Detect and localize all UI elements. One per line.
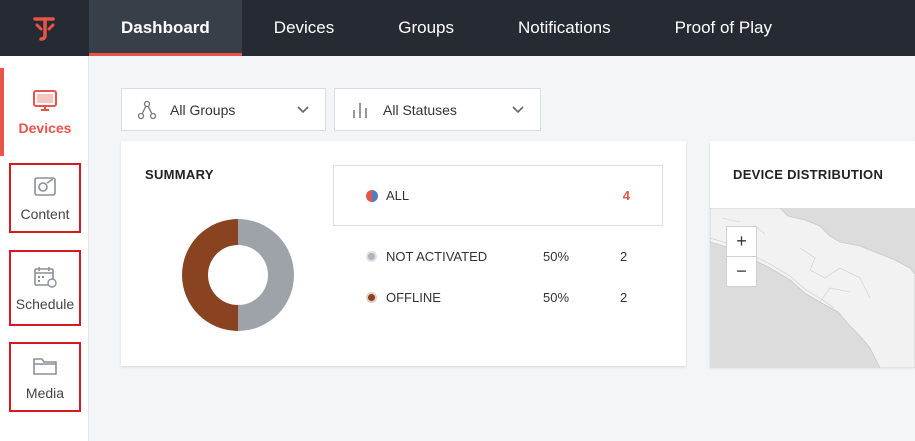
legend-count: 2 <box>620 249 628 264</box>
chevron-down-icon <box>297 106 309 114</box>
sidebar-item-media[interactable]: Media <box>9 342 81 412</box>
status-dot <box>366 292 377 303</box>
statuses-filter-dropdown[interactable]: All Statuses <box>334 88 541 131</box>
chevron-down-icon <box>512 106 524 114</box>
legend-offline: OFFLINE <box>366 290 441 305</box>
top-nav: Dashboard Devices Groups Notifications P… <box>0 0 915 56</box>
groups-filter-label: All Groups <box>170 101 236 118</box>
sidebar-item-schedule[interactable]: Schedule <box>9 250 81 326</box>
zoom-in-button[interactable]: + <box>726 226 757 257</box>
tab-devices[interactable]: Devices <box>242 0 366 56</box>
app-logo[interactable] <box>0 0 89 56</box>
calendar-icon <box>32 264 58 290</box>
summary-card: SUMMARY ALL 4 NOT ACTIVATED 50% 2 OFFLIN… <box>121 141 686 366</box>
tab-proof-of-play[interactable]: Proof of Play <box>643 0 804 56</box>
folder-icon <box>32 353 58 379</box>
sidebar-item-label: Devices <box>18 120 72 136</box>
tab-dashboard[interactable]: Dashboard <box>89 0 242 56</box>
legend-percent: 50% <box>543 290 570 305</box>
multi-status-dot-icon <box>366 189 378 202</box>
legend-count: 2 <box>620 290 628 305</box>
summary-all-row[interactable]: ALL 4 <box>333 165 663 226</box>
logo-icon <box>32 17 55 41</box>
zoom-out-button[interactable]: − <box>726 256 757 287</box>
sidebar: Devices Content Schedule Media <box>0 56 89 441</box>
legend-not-activated: NOT ACTIVATED <box>366 249 487 264</box>
sidebar-item-label: Content <box>20 206 70 222</box>
groups-icon <box>136 99 158 121</box>
content-icon <box>32 174 58 200</box>
groups-filter-dropdown[interactable]: All Groups <box>121 88 326 131</box>
legend-percent: 50% <box>543 249 570 264</box>
monitor-icon <box>32 88 58 114</box>
status-bars-icon <box>349 99 371 121</box>
legend-label: NOT ACTIVATED <box>386 249 488 264</box>
statuses-filter-label: All Statuses <box>383 101 457 118</box>
legend-all-count: 4 <box>622 188 630 203</box>
device-distribution-card: DEVICE DISTRIBUTION + − <box>710 141 915 368</box>
summary-donut-chart <box>182 219 294 331</box>
sidebar-active-indicator <box>0 68 4 156</box>
tab-groups[interactable]: Groups <box>366 0 486 56</box>
sidebar-item-content[interactable]: Content <box>9 163 81 233</box>
donut-slice-offline <box>182 219 238 331</box>
donut-slice-not-activated <box>238 219 294 331</box>
sidebar-item-devices[interactable]: Devices <box>9 76 81 148</box>
sidebar-item-label: Schedule <box>15 296 75 312</box>
summary-title: SUMMARY <box>145 167 214 182</box>
tab-notifications[interactable]: Notifications <box>486 0 643 56</box>
device-map[interactable]: + − <box>710 208 915 368</box>
distribution-title: DEVICE DISTRIBUTION <box>733 167 884 182</box>
legend-label: OFFLINE <box>386 290 441 305</box>
legend-all: ALL <box>366 188 409 203</box>
status-dot <box>366 251 377 262</box>
sidebar-item-label: Media <box>25 385 65 401</box>
legend-all-label: ALL <box>386 188 410 203</box>
